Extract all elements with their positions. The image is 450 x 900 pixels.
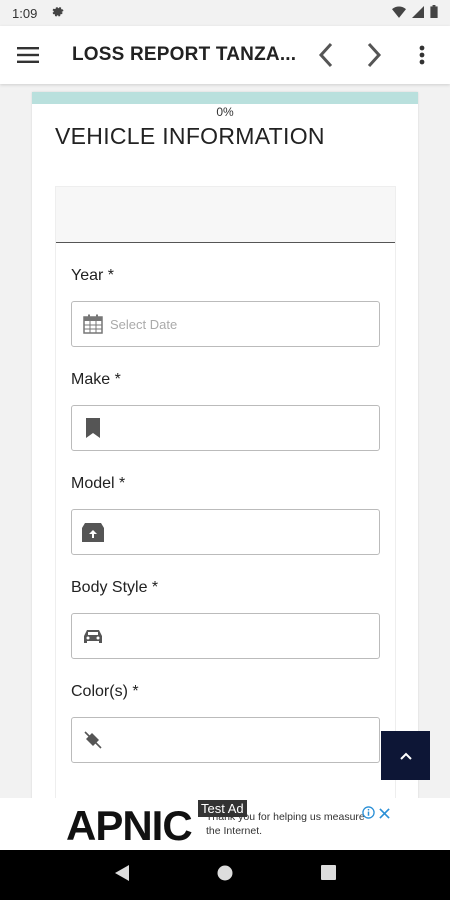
status-bar: 1:09 <box>0 0 450 26</box>
model-input[interactable] <box>110 524 369 540</box>
panel-header <box>56 187 395 243</box>
year-date-input[interactable] <box>110 316 369 332</box>
recents-icon[interactable] <box>321 865 337 885</box>
make-input[interactable] <box>110 420 369 436</box>
make-field[interactable] <box>71 405 380 451</box>
year-field[interactable] <box>71 301 380 347</box>
bookmark-icon <box>82 417 104 439</box>
settings-gear-icon <box>51 5 64 21</box>
ad-tag: Test Ad <box>198 800 247 817</box>
ad-info-icon[interactable] <box>362 806 375 824</box>
progress-label: 0% <box>216 105 234 119</box>
year-label: Year * <box>71 267 114 284</box>
colors-input[interactable] <box>110 732 369 748</box>
archive-box-icon <box>82 521 104 543</box>
form-content[interactable]: 0% VEHICLE INFORMATION Year * Make * Mod… <box>0 84 450 798</box>
back-chevron-icon[interactable] <box>310 39 342 71</box>
body-style-label: Body Style * <box>71 579 159 596</box>
wifi-icon <box>392 5 406 21</box>
home-icon[interactable] <box>217 865 233 886</box>
ad-choices[interactable] <box>362 806 390 824</box>
colors-field[interactable] <box>71 717 380 763</box>
back-icon[interactable] <box>114 864 130 887</box>
form-card: 0% VEHICLE INFORMATION Year * Make * Mod… <box>32 92 418 798</box>
make-label: Make * <box>71 371 121 388</box>
ad-logo: APNIC <box>66 802 193 849</box>
app-bar: LOSS REPORT TANZA... <box>0 26 450 84</box>
system-nav-bar <box>0 850 450 900</box>
car-icon <box>82 625 104 647</box>
calendar-icon <box>82 313 104 335</box>
battery-icon <box>430 5 438 21</box>
ad-banner[interactable]: APNIC Thank you for helping us measure t… <box>0 798 450 850</box>
scroll-to-top-button[interactable] <box>381 731 430 780</box>
body-style-field[interactable] <box>71 613 380 659</box>
menu-icon[interactable] <box>12 39 44 71</box>
ad-close-icon[interactable] <box>379 806 390 824</box>
model-label: Model * <box>71 475 126 492</box>
forward-chevron-icon[interactable] <box>358 39 390 71</box>
status-time: 1:09 <box>12 5 38 21</box>
progress-bar <box>32 92 418 104</box>
chevron-up-icon <box>399 747 412 765</box>
model-field[interactable] <box>71 509 380 555</box>
colors-label: Color(s) * <box>71 683 139 700</box>
form-panel: Year * Make * Model * B <box>55 186 396 798</box>
page-title: LOSS REPORT TANZA... <box>72 44 297 65</box>
signal-icon <box>412 5 424 21</box>
more-options-icon[interactable] <box>406 39 438 71</box>
section-title: VEHICLE INFORMATION <box>55 123 325 149</box>
body-style-input[interactable] <box>110 628 369 644</box>
color-fill-icon <box>82 729 104 751</box>
